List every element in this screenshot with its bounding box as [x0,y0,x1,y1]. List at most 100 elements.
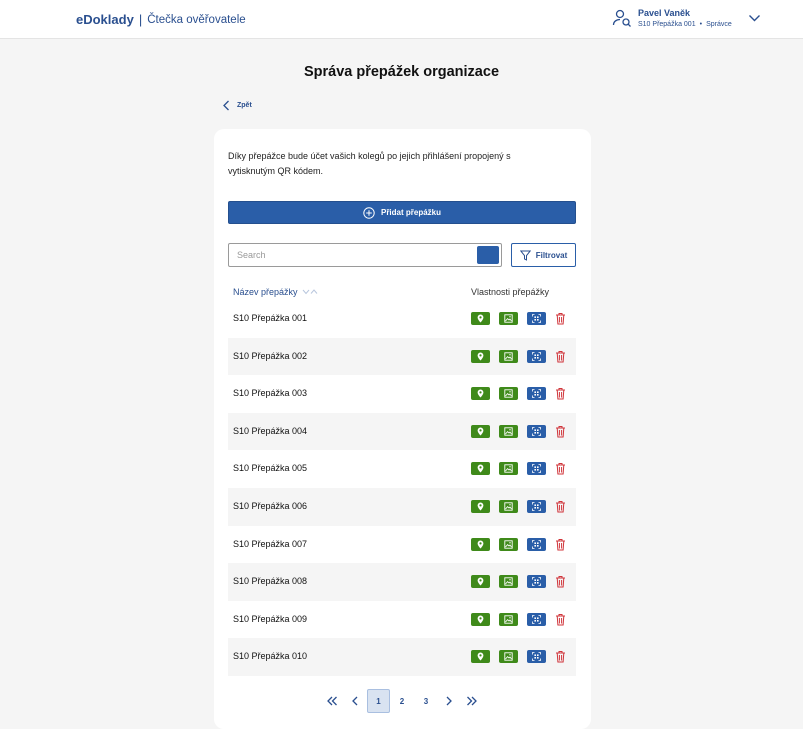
column-header-name[interactable]: Název přepážky [233,287,318,297]
back-link[interactable]: Zpět [222,100,252,111]
image-button[interactable] [499,575,518,589]
qr-code-button[interactable] [527,424,546,438]
trash-icon[interactable] [555,538,566,551]
image-icon [504,577,513,586]
user-menu[interactable]: Pavel Vaněk S10 Přepážka 001 • Správce [612,8,732,28]
location-button[interactable] [471,575,490,589]
counter-name: S10 Přepážka 004 [233,425,308,436]
next-page-button[interactable] [441,689,457,713]
image-button[interactable] [499,612,518,626]
location-button[interactable] [471,612,490,626]
location-button[interactable] [471,462,490,476]
trash-icon[interactable] [555,575,566,588]
page-button-3[interactable]: 3 [415,689,437,713]
qr-code-button[interactable] [527,462,546,476]
first-page-button[interactable] [323,689,341,713]
image-icon [504,314,513,323]
image-button[interactable] [499,312,518,325]
table-row: S10 Přepážka 004 [228,412,576,451]
prev-page-button[interactable] [347,689,363,713]
table-row: S10 Přepážka 002 [228,337,576,376]
filter-button[interactable]: Filtrovat [511,243,576,267]
qr-code-button[interactable] [527,312,546,325]
qr-code-button[interactable] [527,537,546,551]
qr-code-button[interactable] [527,612,546,626]
chevron-left-icon [223,100,229,111]
trash-icon[interactable] [555,425,566,438]
chevron-left-icon [352,696,358,706]
trash-icon[interactable] [555,312,566,325]
location-button[interactable] [471,349,490,363]
image-button[interactable] [499,537,518,551]
qr-code-button[interactable] [527,387,546,401]
qr-scan-icon [532,426,541,436]
location-button[interactable] [471,650,490,664]
image-button[interactable] [499,424,518,438]
location-button[interactable] [471,537,490,551]
image-icon [504,615,513,624]
qr-code-button[interactable] [527,349,546,363]
qr-code-button[interactable] [527,499,546,513]
location-pin-icon [477,615,484,624]
page-button-1[interactable]: 1 [367,689,390,713]
user-role: Správce [706,20,732,28]
trash-icon[interactable] [555,650,566,663]
counter-name: S10 Přepážka 010 [233,651,308,662]
page-button-2[interactable]: 2 [391,689,413,713]
search-input[interactable] [229,244,473,266]
search-field [228,243,502,267]
trash-icon[interactable] [555,613,566,626]
trash-icon[interactable] [555,462,566,475]
location-pin-icon [477,389,484,398]
image-button[interactable] [499,650,518,664]
column-header-properties: Vlastnosti přepážky [471,287,550,297]
qr-code-button[interactable] [527,650,546,664]
image-button[interactable] [499,499,518,513]
user-name: Pavel Vaněk [638,7,691,18]
counter-name: S10 Přepážka 005 [233,463,308,474]
table-row: S10 Přepážka 003 [228,375,576,413]
qr-scan-icon [532,502,541,511]
table-row: S10 Přepážka 006 [228,487,576,526]
chevrons-right-icon [467,696,477,706]
chevron-right-icon [446,696,452,706]
chevrons-left-icon [327,696,337,706]
add-counter-button[interactable]: Přidat přepážku [228,201,576,224]
counter-name: S10 Přepážka 006 [233,500,308,511]
image-icon [504,652,513,661]
location-pin-icon [477,314,484,323]
user-location: S10 Přepážka 001 [638,20,696,28]
qr-scan-icon [532,351,541,361]
location-pin-icon [477,427,484,436]
location-pin-icon [477,652,484,661]
image-button[interactable] [499,349,518,363]
image-icon [504,389,513,398]
qr-scan-icon [532,314,541,323]
table-row: S10 Přepážka 001 [228,300,576,338]
user-search-icon [612,9,631,27]
table-row: S10 Přepážka 008 [228,563,576,601]
location-button[interactable] [471,387,490,401]
brand[interactable]: eDoklady | Čtečka ověřovatele [76,12,246,27]
search-button[interactable] [477,246,499,264]
qr-code-button[interactable] [527,575,546,589]
last-page-button[interactable] [463,689,481,713]
trash-icon[interactable] [555,387,566,400]
location-button[interactable] [471,499,490,513]
chevron-down-icon[interactable] [748,13,761,23]
image-button[interactable] [499,387,518,401]
qr-scan-icon [532,652,541,662]
image-icon [504,464,513,474]
top-bar: eDoklady | Čtečka ověřovatele Pavel Vaně… [0,0,803,39]
back-label: Zpět [237,102,252,109]
app-name: Čtečka ověřovatele [147,13,246,26]
pagination: 1 2 3 [323,689,483,713]
location-button[interactable] [471,312,490,325]
trash-icon[interactable] [555,350,566,363]
image-button[interactable] [499,462,518,476]
location-button[interactable] [471,424,490,438]
filter-icon [519,250,531,261]
qr-scan-icon [532,577,541,587]
counter-name: S10 Přepážka 008 [233,576,308,587]
trash-icon[interactable] [555,500,566,513]
